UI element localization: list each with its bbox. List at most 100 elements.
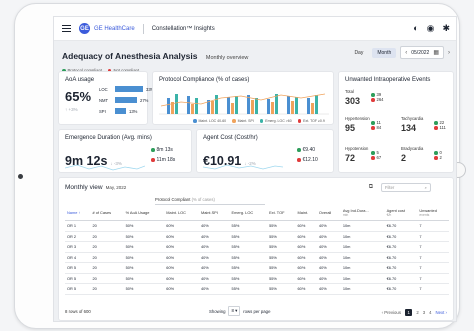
table-cell: €6.70 [384,220,418,232]
aoa-row-loc: LOC 33% [99,86,154,92]
table-cell: 40% [316,241,341,253]
table-row[interactable]: OR 5 20 50% 60% 40% 55% 55% 60% 40% 10m €6.70 7 [65,283,449,295]
page-2[interactable]: 2 [416,310,418,315]
monthly-view-table-card: Monthly view May, 2022 ⧉ Filter ⌕ Protoco… [58,177,454,321]
table-row[interactable]: OR 5 20 50% 60% 40% 55% 55% 60% 40% 10m €6.70 7 [65,262,449,274]
usage-bar [115,108,126,114]
calendar-icon[interactable]: ▦ [433,49,439,56]
column-header[interactable]: Maint. [295,205,317,221]
settings-icon[interactable]: ✱ [442,24,450,33]
table-cell: 50% [123,241,165,253]
table-cell: 60% [295,220,317,232]
account-icon[interactable]: ◉ [427,24,435,33]
table-cell: 55% [267,220,296,232]
column-header[interactable]: Emerg. LOC [229,205,268,221]
table-cell: 40% [198,283,230,295]
table-cell: 40% [316,231,341,242]
table-row[interactable]: OR 4 20 50% 60% 40% 55% 55% 60% 40% 10m €6.70 7 [65,252,449,263]
column-header[interactable]: Agent cost €/h [384,205,418,221]
table-cell: 55% [267,231,296,242]
table-cell: 40% [316,273,341,284]
table-cell: 60% [295,252,317,263]
date-picker[interactable]: ‹ 05/2022 ▦ [400,46,444,59]
table-title: Monthly view May, 2022 [65,184,127,191]
period-controls: Day Month ‹ 05/2022 ▦ › [349,46,450,59]
table-cell: 40% [198,252,230,263]
table-cell: 20 [90,273,124,284]
pagination: ‹ Previous 1 2 3 4 Next › [382,309,447,316]
agent-cost-red: €12.10 [297,157,318,163]
table-cell: OR 5 [65,273,91,284]
table-cell: 10m [340,273,385,284]
emergence-duration-card[interactable]: Emergence Duration (Avg. mins) 9m 12s ↓ -… [58,129,192,173]
aoa-usage-card[interactable]: AoA usage 65% ↑ +3% LOC 33% NMT 27% SPI … [58,71,154,125]
protocol-compliance-card[interactable]: Protocol Compliance (% of cases) Maint. … [152,71,334,125]
chevron-left-icon[interactable]: ‹ [405,50,407,56]
row-label: SPI [99,108,106,114]
table-cell: 20 [90,220,124,232]
table-cell: 10m [340,241,385,253]
agent-cost-sparkline [203,164,283,170]
table-row[interactable]: OR 3 20 50% 60% 40% 55% 55% 60% 40% 10m €6.70 7 [65,241,449,253]
agent-cost-card[interactable]: Agent Cost (Cost/hr) €10.91 ↓ -2% €9.40 €… [196,129,334,173]
column-header[interactable]: Maint. LOC [164,205,199,221]
camera-icon [18,174,23,179]
page-size-select[interactable]: 8 ▾ [228,306,241,316]
table-cell: 55% [229,262,268,274]
dark-mode-icon[interactable]: ◐ [413,24,418,33]
emergence-sparkline [65,164,145,171]
ue-hypertension: Hypertension 95 [345,116,370,133]
table-cell: OR 5 [65,262,91,274]
column-header[interactable]: Name ↑ [65,205,91,221]
tab-month[interactable]: Month [372,47,397,58]
table-cell: 10m [340,231,385,242]
emergence-green: 8m 13s [151,147,173,153]
table-cell: 50% [123,220,165,232]
page-1[interactable]: 1 [404,309,413,316]
page-size-control: Showing 8 ▾ rows per page [209,306,270,316]
table-cell: 60% [164,252,199,263]
column-header[interactable]: % AoA Usage [123,205,165,221]
table-cell: 60% [295,231,317,242]
table-cell: 60% [295,273,317,284]
table-cell: 55% [229,241,268,253]
export-icon[interactable]: ⧉ [369,184,373,191]
table-cell: 20 [90,241,124,253]
table-cell: 50% [123,262,165,274]
table-row[interactable]: OR 5 20 50% 60% 40% 55% 55% 60% 40% 10m €6.70 7 [65,273,449,284]
table-row[interactable]: OR 1 20 50% 60% 40% 55% 55% 60% 40% 10m €6.70 7 [65,220,449,232]
emergence-red: 11m 18s [151,157,175,163]
row-value: 27% [140,97,149,103]
ue-value: 303 [345,96,361,106]
column-header[interactable]: Ext. TOF [267,205,296,221]
previous-page-button[interactable]: ‹ Previous [382,310,401,315]
column-header[interactable]: # of Cases [90,205,124,221]
table-cell: 20 [90,283,124,295]
filter-input[interactable]: Filter ⌕ [381,183,431,192]
ue-tachycardia-split: 22 111 [434,120,446,130]
page-3[interactable]: 3 [423,310,425,315]
table-cell: 55% [229,252,268,263]
menu-icon[interactable] [62,24,71,33]
tab-day[interactable]: Day [349,48,368,58]
table-cell: OR 3 [65,241,91,253]
ue-bradycardia-split: 0 2 [434,150,442,160]
ue-total: Total 303 [345,89,360,106]
table-cell: 50% [123,252,165,263]
card-title: AoA usage [65,77,95,83]
table-cell: 20 [90,262,124,274]
unwanted-events-card[interactable]: Unwanted Intraoperative Events Total 303… [338,71,454,173]
column-header[interactable]: Unwanted events [417,205,449,221]
next-page-button[interactable]: Next › [436,310,447,315]
legend-item: Ext. TOF ≥0.9 [297,119,325,123]
column-header[interactable]: Avg Ind.Dura... min [340,205,385,221]
page-4[interactable]: 4 [429,310,431,315]
column-header[interactable]: Overall [316,205,341,221]
search-icon: ⌕ [424,185,427,190]
ue-bradycardia: Bradycardia 2 [401,146,424,163]
chevron-right-icon[interactable]: › [448,50,450,56]
table-row[interactable]: OR 2 20 50% 60% 40% 55% 55% 60% 40% 10m €6.70 7 [65,231,449,242]
table-cell: 60% [295,262,317,274]
table-date: May, 2022 [105,185,127,190]
column-header[interactable]: Maint.SPI [198,205,230,221]
